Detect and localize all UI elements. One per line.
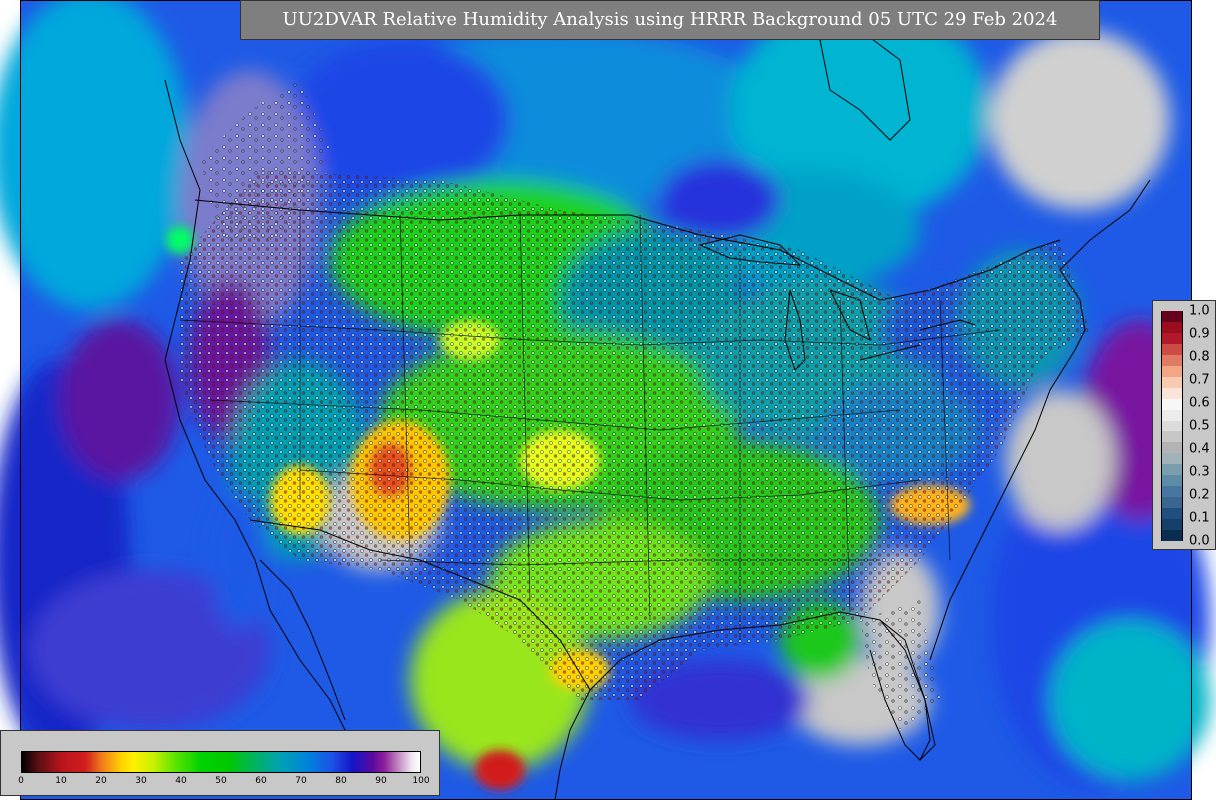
rh-tick: 40: [175, 776, 187, 786]
increment-colorbar-swatch: [1161, 486, 1183, 498]
increment-colorbar-swatch: [1161, 508, 1183, 520]
increment-tick: 0.5: [1189, 418, 1210, 434]
increment-tick: 0.0: [1189, 533, 1210, 549]
increment-colorbar-swatch: [1161, 431, 1183, 443]
increment-tick: 0.7: [1189, 372, 1210, 388]
increment-colorbar-swatch: [1161, 376, 1183, 389]
rh-tick: 80: [335, 776, 347, 786]
increment-colorbar-swatch: [1161, 409, 1183, 421]
increment-colorbar-swatch: [1161, 497, 1183, 509]
increment-colorbar-swatch: [1161, 530, 1183, 542]
rh-tick: 30: [135, 776, 147, 786]
increment-tick: 0.2: [1189, 487, 1210, 503]
increment-colorbar-swatch: [1161, 321, 1183, 334]
increment-tick: 0.3: [1189, 464, 1210, 480]
increment-tick: 0.1: [1189, 510, 1210, 526]
rh-tick: 50: [215, 776, 227, 786]
rh-colorbar: 0 10 20 30 40 50 60 70 80 90 100: [0, 730, 440, 796]
increment-colorbar-swatch: [1161, 354, 1183, 367]
rh-tick: 70: [295, 776, 307, 786]
increment-colorbar-swatch: [1161, 420, 1183, 432]
increment-colorbar-swatch: [1161, 311, 1183, 323]
rh-tick: 0: [18, 776, 24, 786]
increment-tick: 0.8: [1189, 349, 1210, 365]
increment-colorbar-swatch: [1161, 398, 1183, 411]
rh-tick: 90: [375, 776, 387, 786]
increment-colorbar: 1.0 0.9 0.8 0.7 0.6 0.5 0.4 0.3 0.2 0.1 …: [1152, 300, 1216, 550]
increment-colorbar-swatch: [1161, 332, 1183, 345]
increment-colorbar-swatch: [1161, 343, 1183, 356]
rh-tick: 20: [95, 776, 107, 786]
increment-colorbar-swatch: [1161, 519, 1183, 531]
rh-tick: 60: [255, 776, 267, 786]
increment-colorbar-swatch: [1161, 442, 1183, 454]
increment-colorbar-swatch: [1161, 464, 1183, 476]
map-title: UU2DVAR Relative Humidity Analysis using…: [240, 0, 1100, 40]
increment-colorbar-swatch: [1161, 387, 1183, 400]
increment-tick: 0.6: [1189, 395, 1210, 411]
rh-tick: 10: [55, 776, 67, 786]
increment-tick: 0.9: [1189, 326, 1210, 342]
rh-colorbar-gradient: [21, 751, 421, 773]
increment-colorbar-swatch: [1161, 453, 1183, 465]
increment-tick: 0.4: [1189, 441, 1210, 457]
rh-analysis-map: [0, 0, 1210, 800]
increment-colorbar-swatch: [1161, 475, 1183, 487]
increment-colorbar-swatch: [1161, 365, 1183, 378]
rh-tick: 100: [412, 776, 430, 786]
increment-tick: 1.0: [1189, 303, 1210, 319]
